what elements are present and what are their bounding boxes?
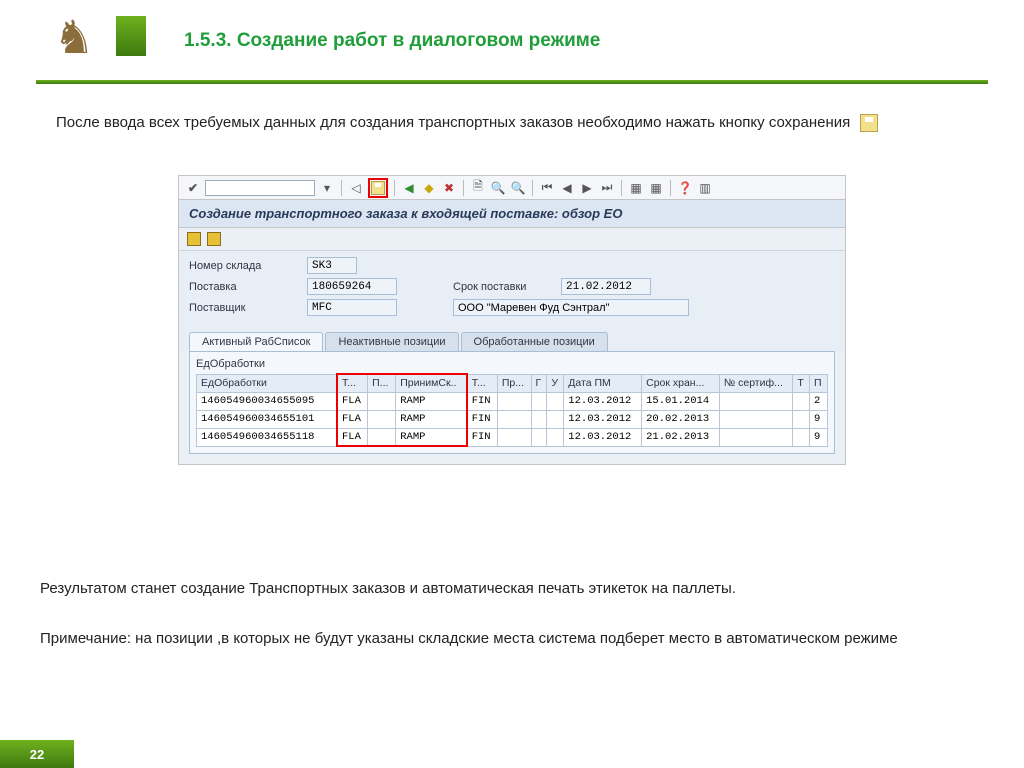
due-label: Срок поставки [453,281,553,293]
col-cert: № сертиф... [719,374,792,392]
result-text: Результатом станет создание Транспортных… [40,578,968,600]
ok-icon[interactable]: ✔ [185,180,201,196]
tab-active-worklist[interactable]: Активный РабСписок [189,332,323,351]
due-field[interactable]: 21.02.2012 [561,278,651,295]
col-g: Г [531,374,547,392]
next-page-icon[interactable]: ▶ [579,180,595,196]
command-field[interactable] [205,180,315,196]
help-icon[interactable]: ❓ [677,180,693,196]
page-number: 22 [0,740,74,768]
new-session-icon[interactable]: ▦ [628,180,644,196]
sap-screen-title: Создание транспортного заказа к входящей… [179,200,845,228]
shortcut-icon[interactable]: ▦ [648,180,664,196]
handling-units-table: ЕдОбработки Т... П... ПринимСк.. Т... Пр… [196,373,828,447]
accent-block [116,16,146,56]
sap-toolbar: ✔ ▾ ◁ ◀ ◆ ✖ 🗎 🔍 🔍 ⏮ ◀ ▶ ⏭ ▦ ▦ ❓ ▥ [179,176,845,200]
save-highlight [368,178,388,198]
crest-logo: ♞ [44,10,104,65]
col-p1: П... [368,374,396,392]
table-row: 146054960034655095 FLA RAMP FIN 12.03.20… [197,392,828,410]
note-text: Примечание: на позиции ,в которых не буд… [40,628,968,650]
layout-icon[interactable]: ▥ [697,180,713,196]
warehouse-label: Номер склада [189,260,299,272]
prev-page-icon[interactable]: ◀ [559,180,575,196]
col-p2: П [810,374,828,392]
col-hu: ЕдОбработки [197,374,337,392]
nav-exit-icon[interactable]: ◆ [421,180,437,196]
dropdown-icon[interactable]: ▾ [319,180,335,196]
table-container: ЕдОбработки ЕдОбработки Т... П... Приним… [189,351,835,454]
intro-content: После ввода всех требуемых данных для со… [56,114,850,131]
tab-processed-positions[interactable]: Обработанные позиции [461,332,608,351]
nav-cancel-icon[interactable]: ✖ [441,180,457,196]
forklift-icon-1[interactable] [187,232,201,246]
find-icon[interactable]: 🔍 [490,180,506,196]
nav-back-icon[interactable]: ◀ [401,180,417,196]
save-button-icon[interactable] [371,181,385,195]
col-t2: Т... [467,374,498,392]
page-title: 1.5.3. Создание работ в диалоговом режим… [184,30,600,52]
find-next-icon[interactable]: 🔍 [510,180,526,196]
form-area: Номер склада SK3 Поставка 180659264 Срок… [179,251,845,326]
table-row: 146054960034655118 FLA RAMP FIN 12.03.20… [197,428,828,446]
col-u: У [547,374,564,392]
forklift-icon-2[interactable] [207,232,221,246]
sap-screenshot: ✔ ▾ ◁ ◀ ◆ ✖ 🗎 🔍 🔍 ⏮ ◀ ▶ ⏭ ▦ ▦ ❓ ▥ Создан… [178,175,846,465]
delivery-label: Поставка [189,281,299,293]
print-icon[interactable]: 🗎 [470,180,486,196]
col-t3: Т [793,374,810,392]
delivery-field[interactable]: 180659264 [307,278,397,295]
back-icon[interactable]: ◁ [348,180,364,196]
col-dest: ПринимСк.. [396,374,467,392]
warehouse-field[interactable]: SK3 [307,257,357,274]
tabstrip: Активный РабСписок Неактивные позиции Об… [179,326,845,351]
intro-text: После ввода всех требуемых данных для со… [56,112,968,134]
tab-inactive-positions[interactable]: Неактивные позиции [325,332,458,351]
col-t1: Т... [337,374,368,392]
sap-subtoolbar [179,228,845,251]
last-page-icon[interactable]: ⏭ [599,180,615,196]
col-pr: Пр... [497,374,531,392]
vendor-label: Поставщик [189,302,299,314]
first-page-icon[interactable]: ⏮ [539,180,555,196]
table-row: 146054960034655101 FLA RAMP FIN 12.03.20… [197,410,828,428]
vendor-name: ООО "Маревен Фуд Сэнтрал" [453,299,689,316]
table-caption: ЕдОбработки [196,358,828,370]
col-date: Дата ПМ [564,374,642,392]
save-icon [860,114,878,132]
divider [36,80,988,84]
vendor-field[interactable]: MFC [307,299,397,316]
col-exp: Срок хран... [642,374,720,392]
